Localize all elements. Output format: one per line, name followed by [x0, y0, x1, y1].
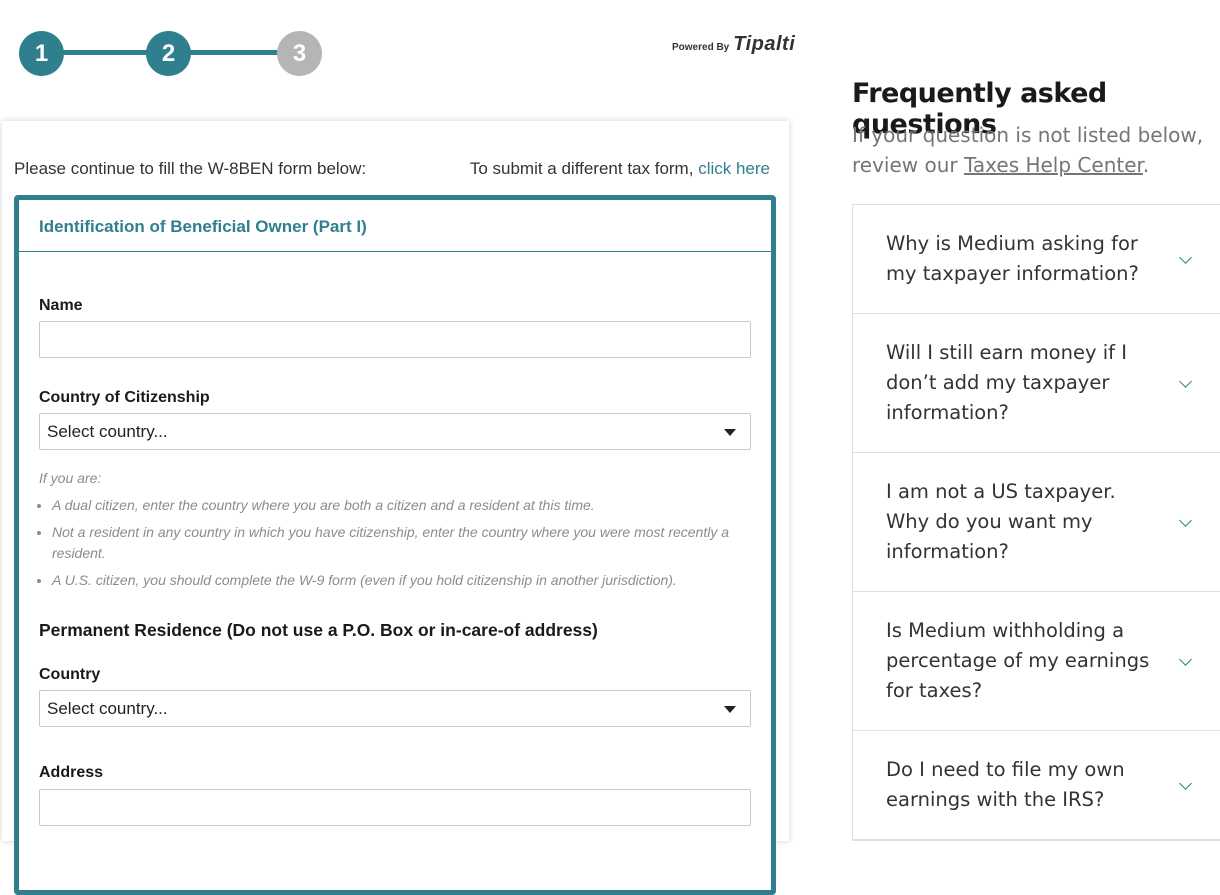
faq-item[interactable]: Will I still earn money if I don’t add m…	[853, 314, 1220, 453]
dropdown-caret-icon	[724, 706, 736, 713]
faq-item[interactable]: Is Medium withholding a percentage of my…	[853, 592, 1220, 731]
powered-by-text: Powered By	[672, 42, 730, 53]
faq-subtitle: If your question is not listed below, re…	[852, 120, 1212, 180]
faq-question: I am not a US taxpayer. Why do you want …	[886, 480, 1116, 563]
click-here-link[interactable]: click here	[698, 159, 770, 178]
faq-item[interactable]: Why is Medium asking for my taxpayer inf…	[853, 205, 1220, 314]
country-select[interactable]: Select country...	[39, 690, 751, 727]
chevron-down-icon	[1179, 251, 1192, 264]
help-list: A dual citizen, enter the country where …	[39, 495, 751, 591]
form-intro: Please continue to fill the W-8BEN form …	[14, 159, 367, 178]
country-label: Country	[39, 666, 101, 683]
help-item: Not a resident in any country in which y…	[52, 522, 751, 564]
citizenship-help: If you are: A dual citizen, enter the co…	[39, 468, 751, 597]
taxes-help-center-link[interactable]: Taxes Help Center	[964, 153, 1143, 177]
faq-question: Will I still earn money if I don’t add m…	[886, 341, 1127, 424]
citizenship-select[interactable]: Select country...	[39, 413, 751, 450]
chevron-down-icon	[1179, 653, 1192, 666]
citizenship-label: Country of Citizenship	[39, 389, 210, 406]
help-item: A U.S. citizen, you should complete the …	[52, 570, 751, 591]
step-2[interactable]: 2	[146, 31, 191, 76]
faq-question: Is Medium withholding a percentage of my…	[886, 619, 1150, 702]
residence-section-title: Permanent Residence (Do not use a P.O. B…	[39, 620, 598, 640]
dropdown-caret-icon	[724, 429, 736, 436]
faq-list: Why is Medium asking for my taxpayer inf…	[852, 204, 1220, 841]
step-1[interactable]: 1	[19, 31, 64, 76]
chevron-down-icon	[1179, 514, 1192, 527]
help-item: A dual citizen, enter the country where …	[52, 495, 751, 516]
powered-by-logo: Powered By Tipalti	[672, 33, 795, 56]
form-card: Please continue to fill the W-8BEN form …	[2, 121, 789, 895]
faq-item[interactable]: Do I need to file my own earnings with t…	[853, 731, 1220, 840]
different-form-text: To submit a different tax form,	[469, 159, 694, 178]
faq-question: Do I need to file my own earnings with t…	[886, 758, 1125, 811]
country-select-value: Select country...	[47, 698, 168, 718]
tipalti-logo: Tipalti	[733, 33, 796, 55]
address-label: Address	[39, 764, 104, 781]
step-connector	[180, 50, 290, 55]
address-input[interactable]	[39, 789, 751, 826]
different-form-prompt: To submit a different tax form, click he…	[470, 159, 770, 179]
help-intro: If you are:	[39, 470, 102, 486]
chevron-down-icon	[1179, 375, 1192, 388]
step-connector	[56, 50, 158, 55]
name-label: Name	[39, 297, 83, 314]
citizenship-select-value: Select country...	[47, 421, 168, 441]
chevron-down-icon	[1179, 777, 1192, 790]
beneficial-owner-panel: Identification of Beneficial Owner (Part…	[14, 195, 776, 895]
step-3: 3	[277, 31, 322, 76]
panel-title: Identification of Beneficial Owner (Part…	[19, 200, 771, 252]
faq-question: Why is Medium asking for my taxpayer inf…	[886, 232, 1139, 285]
name-input[interactable]	[39, 321, 751, 358]
faq-subtitle-suffix: .	[1142, 153, 1150, 177]
faq-item[interactable]: I am not a US taxpayer. Why do you want …	[853, 453, 1220, 592]
